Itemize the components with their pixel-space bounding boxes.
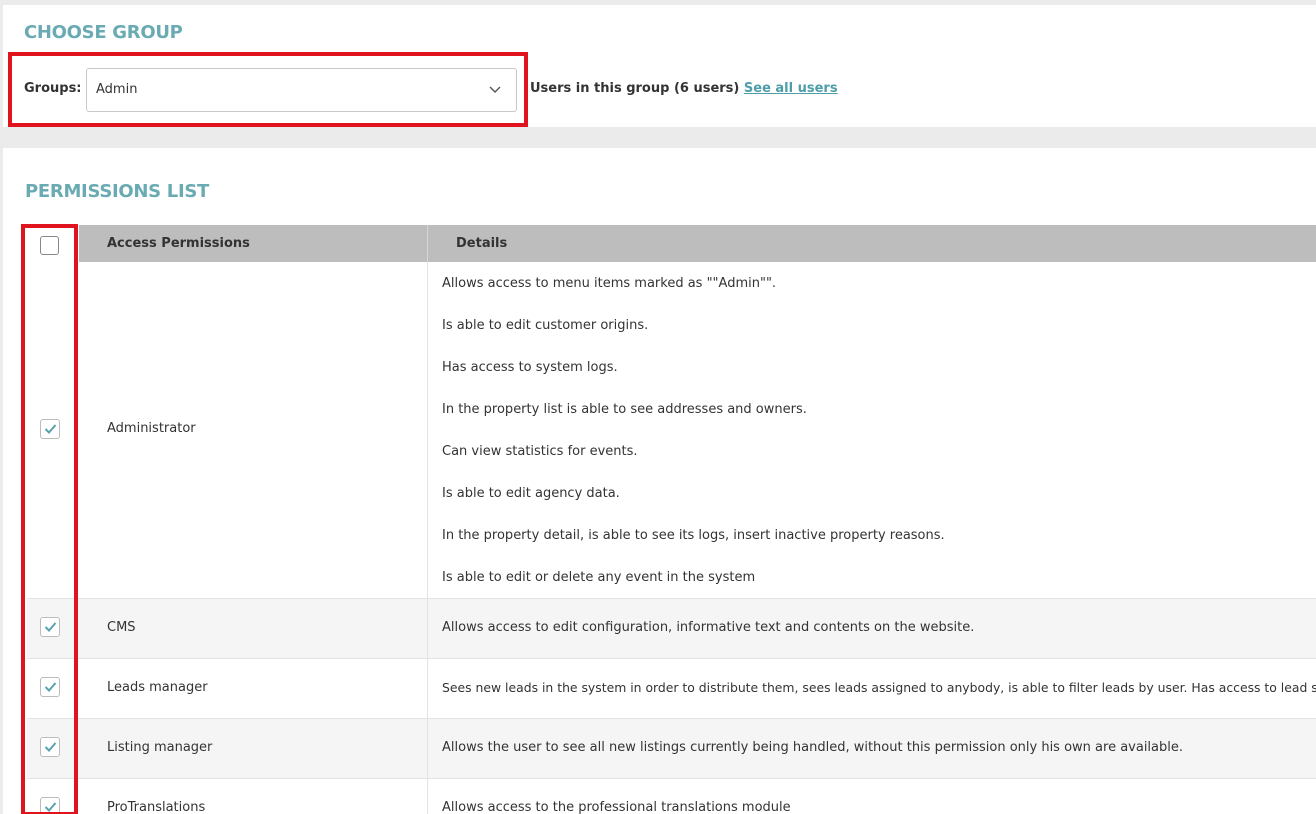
chevron-down-icon [489, 86, 501, 93]
header-divider [427, 225, 428, 262]
table-row: ProTranslations Allows access to the pro… [27, 779, 1316, 814]
groups-select[interactable]: Admin [86, 68, 517, 112]
row-divider [427, 719, 428, 778]
permission-name: ProTranslations [107, 800, 206, 814]
table-header: Access Permissions Details [27, 225, 1316, 262]
row-divider [427, 779, 428, 814]
row-check-cell [27, 659, 79, 718]
permission-checkbox[interactable] [40, 677, 60, 697]
table-row: CMS Allows access to edit configuration,… [27, 599, 1316, 659]
header-access-permissions: Access Permissions [107, 236, 250, 251]
users-in-group-info: Users in this group (6 users) See all us… [530, 81, 838, 96]
check-icon [44, 742, 57, 752]
detail-line: Allows access to menu items marked as ""… [442, 276, 777, 291]
groups-select-value: Admin [96, 82, 138, 97]
check-icon [44, 424, 57, 434]
permission-name: Leads manager [107, 680, 208, 695]
row-divider [427, 599, 428, 658]
check-icon [44, 802, 57, 812]
permission-checkbox[interactable] [40, 737, 60, 757]
detail-line: Is able to edit agency data. [442, 486, 620, 501]
permission-checkbox[interactable] [40, 419, 60, 439]
detail-line: Is able to edit customer origins. [442, 318, 649, 333]
table-row: Listing manager Allows the user to see a… [27, 719, 1316, 779]
permissions-table: Access Permissions Details Administrator… [27, 225, 1316, 814]
row-check-cell [27, 599, 79, 658]
row-check-cell [27, 779, 79, 814]
header-check-cell [27, 225, 79, 262]
header-details: Details [456, 236, 508, 251]
permission-details: Allows access to edit configuration, inf… [442, 620, 975, 635]
detail-line: In the property detail, is able to see i… [442, 528, 945, 543]
detail-line: In the property list is able to see addr… [442, 402, 807, 417]
permission-name: Listing manager [107, 740, 213, 755]
permission-checkbox[interactable] [40, 797, 60, 814]
row-check-cell [27, 719, 79, 778]
permission-name: Administrator [107, 421, 196, 436]
permission-details: Allows the user to see all new listings … [442, 740, 1184, 755]
table-row: Administrator Allows access to menu item… [27, 262, 1316, 599]
row-divider [427, 262, 428, 598]
choose-group-title: CHOOSE GROUP [24, 22, 183, 43]
permissions-title: PERMISSIONS LIST [25, 181, 209, 202]
see-all-users-link[interactable]: See all users [744, 81, 838, 96]
check-icon [44, 682, 57, 692]
permission-details: Allows access to the professional transl… [442, 800, 791, 814]
users-count-text: Users in this group (6 users) [530, 81, 740, 96]
select-all-checkbox[interactable] [40, 236, 59, 255]
permission-details: Sees new leads in the system in order to… [442, 680, 1316, 695]
groups-label: Groups: [24, 81, 82, 96]
permission-checkbox[interactable] [40, 617, 60, 637]
detail-line: Can view statistics for events. [442, 444, 638, 459]
choose-group-panel: CHOOSE GROUP Groups: Admin Users in this… [3, 5, 1316, 127]
row-check-cell [27, 262, 79, 598]
permission-name: CMS [107, 620, 136, 635]
table-row: Leads manager Sees new leads in the syst… [27, 659, 1316, 719]
detail-line: Has access to system logs. [442, 360, 618, 375]
row-divider [427, 659, 428, 718]
check-icon [44, 622, 57, 632]
permissions-panel: PERMISSIONS LIST Access Permissions Deta… [3, 148, 1316, 814]
permission-details: Allows access to menu items marked as ""… [442, 275, 945, 611]
